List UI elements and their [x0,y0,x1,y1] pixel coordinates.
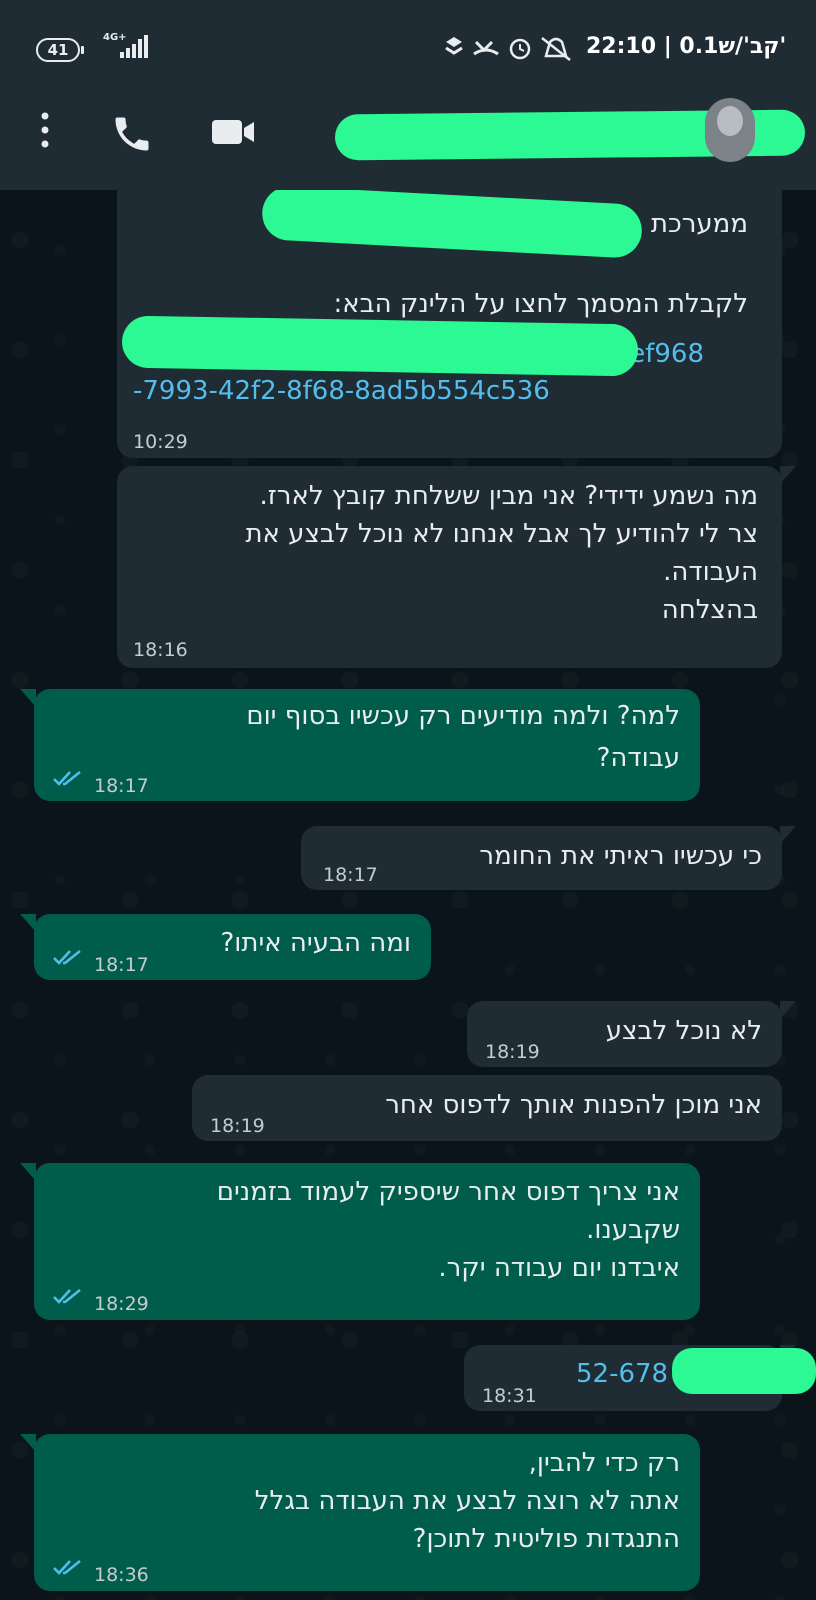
message-time: 18:31 [482,1385,537,1407]
message-time: 18:17 [323,864,378,886]
message-time: 18:19 [210,1115,265,1137]
message-bubble[interactable]: כי עכשיו ראיתי את החומר 18:17 [301,826,796,890]
message-text: איבדנו יום עבודה יקר. [438,1253,680,1283]
document-link[interactable]: ef968 [629,337,704,372]
message-bubble[interactable]: לא נוכל לבצע 18:19 [467,1001,796,1067]
avatar[interactable] [705,98,755,162]
message-text: שקבענו. [586,1215,680,1245]
phone-icon[interactable] [110,112,154,156]
message-text: רק כדי להבין, [528,1448,680,1478]
mute-icon [541,37,571,61]
read-receipt-icon [53,770,81,786]
message-text: מה נשמע ידידי? אני מבין ששלחת קובץ לארז. [259,481,758,511]
read-receipt-icon [53,1288,81,1304]
message-time: 18:29 [94,1293,149,1315]
more-vert-icon[interactable] [30,110,60,150]
read-receipt-icon [53,1559,81,1575]
message-time: 18:17 [94,954,149,976]
message-text: ממערכת [650,209,748,239]
redacted-number [672,1348,816,1394]
message-text: כי עכשיו ראיתי את החומר [479,841,762,871]
message-time: 18:19 [485,1041,540,1063]
message-text: למה? ולמה מודיעים רק עכשיו בסוף יום [246,701,680,731]
message-text: לא נוכל לבצע [605,1016,762,1046]
chat-header [0,92,816,190]
signal-icon [120,35,148,58]
message-time: 18:36 [94,1564,149,1586]
message-bubble[interactable]: אני מוכן להפנות אותך לדפוס אחר 18:19 [192,1075,782,1141]
message-text: ומה הבעיה איתו? [220,928,411,958]
message-time: 18:16 [133,639,188,661]
message-time: 18:17 [94,775,149,797]
message-text: לקבלת המסמך לחצו על הלינק הבא: [333,289,748,319]
message-bubble[interactable]: מה נשמע ידידי? אני מבין ששלחת קובץ לארז.… [117,466,796,668]
top-bar: 41 4G+ 22:10 | 0.1קב'/ש' [0,0,816,190]
message-bubble[interactable]: למה? ולמה מודיעים רק עכשיו בסוף יום עבוד… [20,689,700,801]
message-text: עבודה? [596,743,680,773]
message-time: 10:29 [133,431,188,453]
redacted-link [121,315,639,377]
message-text: התנגדות פוליטית לתוכן? [412,1524,680,1554]
layers-icon [445,37,463,55]
status-icons [445,37,571,61]
message-text: אתה לא רוצה לבצע את העבודה בגלל [254,1486,680,1516]
missed-call-icon [473,40,499,56]
battery-indicator: 41 [36,38,84,62]
status-bar: 41 4G+ 22:10 | 0.1קב'/ש' [0,0,816,92]
message-bubble[interactable]: ומה הבעיה איתו? 18:17 [20,914,431,980]
status-clock: 22:10 | 0.1קב'/ש' [586,34,787,59]
message-bubble[interactable]: אני צריך דפוס אחר שיספיק לעמוד בזמנים שק… [20,1163,700,1320]
message-text: צר לי להודיע לך אבל אנחנו לא נוכל לבצע א… [245,519,758,549]
phone-number-link[interactable]: 52-678 [576,1357,668,1392]
alarm-icon [509,38,531,60]
message-bubble[interactable]: רק כדי להבין, אתה לא רוצה לבצע את העבודה… [20,1434,700,1591]
videocam-icon[interactable] [210,114,258,150]
document-link[interactable]: -7993-42f2-8f68-8ad5b554c536 [133,374,550,409]
read-receipt-icon [53,949,81,965]
message-text: העבודה. [663,557,758,587]
message-text: בהצלחה [661,595,758,625]
message-text: אני צריך דפוס אחר שיספיק לעמוד בזמנים [216,1177,680,1207]
message-text: אני מוכן להפנות אותך לדפוס אחר [385,1090,762,1120]
